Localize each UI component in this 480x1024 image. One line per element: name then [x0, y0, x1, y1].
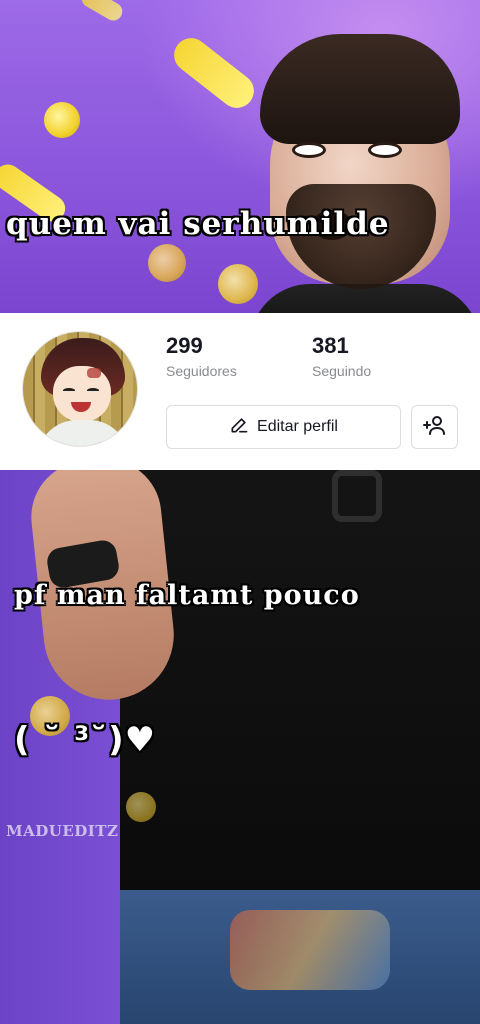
caption-top: quem vai serhumilde	[6, 206, 390, 242]
confetti-dot	[148, 244, 186, 282]
following-label: Seguindo	[312, 363, 372, 379]
pencil-icon	[229, 415, 249, 440]
confetti-streak	[167, 31, 261, 115]
caption-middle: pf man faltamt pouco	[14, 580, 360, 611]
following-stat[interactable]: 381 Seguindo	[312, 333, 371, 379]
person-photo	[250, 34, 480, 313]
top-meme-image	[0, 0, 480, 313]
followers-stat[interactable]: 299 Seguidores	[166, 333, 237, 379]
followers-label: Seguidores	[166, 363, 237, 379]
confetti-dot	[126, 792, 156, 822]
caption-emote: ( ˘ ³˘)♥	[14, 720, 157, 760]
profile-header: 299 Seguidores 381 Seguindo Editar perfi…	[0, 313, 480, 470]
watermark: MADUEDITZ	[6, 822, 119, 840]
confetti-dot	[44, 102, 80, 138]
following-count: 381	[312, 333, 349, 358]
avatar[interactable]	[22, 331, 138, 447]
followers-count: 299	[166, 333, 203, 358]
add-friend-button[interactable]	[411, 405, 458, 449]
person-torso	[120, 470, 480, 890]
edit-profile-label: Editar perfil	[257, 418, 338, 435]
add-user-icon	[422, 413, 447, 442]
confetti-streak	[78, 0, 126, 24]
edit-profile-button[interactable]: Editar perfil	[166, 405, 401, 449]
